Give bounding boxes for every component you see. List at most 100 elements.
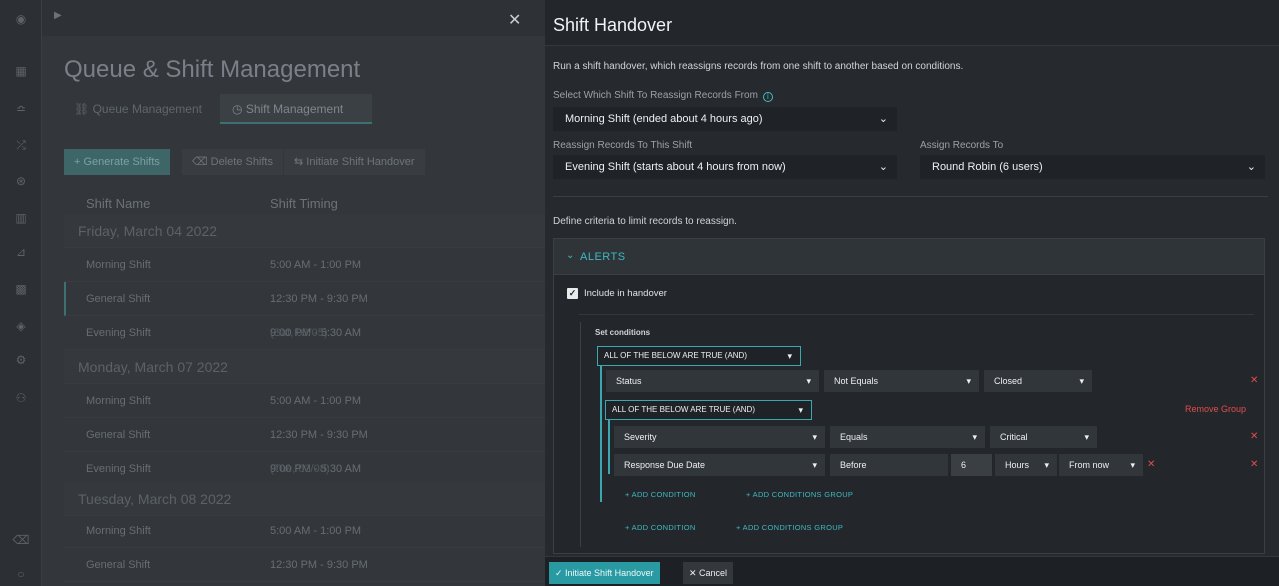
info-icon[interactable]: i	[762, 92, 773, 102]
table-row[interactable]: Morning Shift 5:00 AM - 1:00 PM	[64, 248, 545, 282]
date-group-header: Monday, March 07 2022	[64, 350, 545, 384]
top-bar: ▶	[42, 0, 545, 36]
time-reference-select[interactable]: From now ▾	[1059, 454, 1143, 476]
include-in-handover-checkbox[interactable]: ✓	[567, 288, 578, 299]
trash-icon[interactable]: ⌫	[11, 532, 31, 548]
app-logo-icon[interactable]: ◉	[11, 11, 31, 27]
chevron-down-icon: ▾	[798, 405, 803, 415]
chevron-down-icon: ▾	[1084, 432, 1089, 442]
divider	[579, 314, 1254, 315]
date-group-header: Tuesday, March 08 2022	[64, 482, 545, 516]
handover-icon: ⇆	[294, 156, 307, 168]
chart-icon[interactable]: ⊿	[11, 244, 31, 260]
shuffle-icon[interactable]: ⤮	[11, 137, 31, 153]
table-row[interactable]: Morning Shift 5:00 AM - 1:00 PM	[64, 384, 545, 418]
remove-group-link[interactable]: Remove Group	[1185, 404, 1246, 414]
condition-operator-select[interactable]: Before	[830, 454, 948, 476]
chevron-down-icon: ▾	[812, 460, 817, 470]
condition-operator-select[interactable]: Equals ▾	[830, 426, 985, 448]
duration-number-input[interactable]: 6	[951, 454, 992, 476]
shift-handover-drawer: Shift Handover Run a shift handover, whi…	[545, 0, 1279, 586]
table-row[interactable]: Evening Shift 9:00 PM - 5:30 AM (Tue, 03/…	[64, 452, 545, 486]
duration-unit-select[interactable]: Hours ▾	[995, 454, 1057, 476]
clock-icon: ◷	[232, 102, 246, 116]
divider	[553, 196, 1268, 197]
alerts-panel-title: ALERTS	[580, 251, 626, 263]
chevron-down-icon: ⌄	[878, 161, 888, 173]
chevron-down-icon: ▾	[787, 351, 792, 361]
add-conditions-group-link[interactable]: + ADD CONDITIONS GROUP	[736, 523, 843, 532]
chevron-down-icon: ▾	[1130, 460, 1135, 470]
set-conditions-label: Set conditions	[595, 328, 651, 337]
column-shift-name: Shift Name	[86, 196, 151, 211]
drawer-footer: ✓ Initiate Shift Handover ✕ Cancel	[545, 556, 1279, 586]
page-title: Queue & Shift Management	[64, 56, 361, 83]
to-shift-select[interactable]: Evening Shift (starts about 4 hours from…	[553, 155, 897, 179]
dashboard-icon[interactable]: ▦	[11, 63, 31, 79]
clear-value-icon[interactable]: ✕	[1147, 459, 1155, 470]
add-conditions-group-link[interactable]: + ADD CONDITIONS GROUP	[746, 490, 853, 499]
condition-field-select[interactable]: Status ▾	[606, 370, 819, 392]
user-icon[interactable]: ○	[11, 566, 31, 582]
cancel-button[interactable]: ✕ Cancel	[683, 562, 734, 584]
chevron-down-icon: ⌄	[878, 113, 888, 125]
chevron-down-icon: ▾	[812, 432, 817, 442]
alerts-icon[interactable]: ≏	[11, 101, 31, 117]
assign-records-label: Assign Records To	[920, 140, 1004, 151]
chevron-down-icon: ▾	[966, 376, 971, 386]
expand-icon[interactable]: ▶	[54, 10, 62, 21]
alerts-panel-header[interactable]: ⌄ ALERTS	[554, 239, 1264, 275]
condition-field-select[interactable]: Response Due Date ▾	[614, 454, 825, 476]
delete-shifts-button[interactable]: ⌫ Delete Shifts	[182, 149, 283, 175]
initiate-handover-button[interactable]: ⇆ Initiate Shift Handover	[284, 149, 425, 175]
initiate-shift-handover-button[interactable]: ✓ Initiate Shift Handover	[549, 562, 660, 584]
tab-shift-management[interactable]: ◷ Shift Management	[220, 94, 372, 124]
chevron-down-icon: ▾	[806, 376, 811, 386]
condition-value-select[interactable]: Closed ▾	[984, 370, 1092, 392]
left-rail: ◉ ▦ ≏ ⤮ ⊛ ▥ ⊿ ▩ ◈ ⚙ ⚇ ⌫ ○	[0, 0, 42, 586]
close-icon[interactable]: ✕	[508, 10, 521, 30]
table-row[interactable]: Evening Shift 9:00 PM - 5:30 AM (Sat, 03/…	[64, 316, 545, 350]
condition-operator-select[interactable]: Not Equals ▾	[824, 370, 979, 392]
grid-icon[interactable]: ▩	[11, 281, 31, 297]
drawer-header: Shift Handover	[545, 0, 1279, 46]
chevron-down-icon: ⌄	[1246, 161, 1256, 173]
table-row[interactable]: General Shift 12:30 PM - 9:30 PM	[64, 282, 545, 316]
date-group-header: Friday, March 04 2022	[64, 214, 545, 248]
remove-condition-icon[interactable]: ✕	[1250, 375, 1258, 386]
generate-shifts-button[interactable]: + Generate Shifts	[64, 149, 170, 175]
remove-condition-icon[interactable]: ✕	[1250, 431, 1258, 442]
from-shift-select[interactable]: Morning Shift (ended about 4 hours ago) ⌄	[553, 107, 897, 131]
alerts-panel: ⌄ ALERTS ✓ Include in handover Set condi…	[553, 238, 1265, 554]
building-icon[interactable]: ▥	[11, 210, 31, 226]
chevron-down-icon: ⌄	[566, 250, 575, 261]
target-icon[interactable]: ⊛	[11, 173, 31, 189]
add-condition-link[interactable]: + ADD CONDITION	[625, 490, 696, 499]
background-app: ◉ ▦ ≏ ⤮ ⊛ ▥ ⊿ ▩ ◈ ⚙ ⚇ ⌫ ○ ▶ Queue & Shif…	[0, 0, 545, 586]
subgroup-bracket	[608, 420, 610, 474]
settings-icon[interactable]: ⚙	[11, 352, 31, 368]
from-shift-label: Select Which Shift To Reassign Records F…	[553, 90, 773, 102]
users-icon[interactable]: ⚇	[11, 390, 31, 406]
remove-condition-icon[interactable]: ✕	[1250, 459, 1258, 470]
trash-icon: ⌫	[192, 156, 211, 168]
chevron-down-icon: ▾	[1044, 460, 1049, 470]
assign-records-select[interactable]: Round Robin (6 users) ⌄	[920, 155, 1265, 179]
chevron-down-icon: ▾	[972, 432, 977, 442]
tab-queue-management[interactable]: ⛓ Queue Management	[62, 94, 214, 124]
table-row[interactable]: General Shift 12:30 PM - 9:30 PM	[64, 548, 545, 582]
queue-icon: ⛓	[74, 102, 93, 116]
subgroup-logic-select[interactable]: ALL OF THE BELOW ARE TRUE (AND) ▾	[605, 400, 812, 420]
add-condition-link[interactable]: + ADD CONDITION	[625, 523, 696, 532]
drawer-title: Shift Handover	[553, 15, 673, 35]
criteria-text: Define criteria to limit records to reas…	[553, 216, 737, 227]
condition-field-select[interactable]: Severity ▾	[614, 426, 825, 448]
table-row[interactable]: General Shift 12:30 PM - 9:30 PM	[64, 418, 545, 452]
table-row[interactable]: Morning Shift 5:00 AM - 1:00 PM	[64, 514, 545, 548]
column-shift-timing: Shift Timing	[270, 196, 338, 211]
conditions-block: Set conditions ALL OF THE BELOW ARE TRUE…	[580, 322, 1260, 547]
include-in-handover-label: Include in handover	[584, 288, 667, 299]
condition-value-select[interactable]: Critical ▾	[990, 426, 1097, 448]
group-logic-select[interactable]: ALL OF THE BELOW ARE TRUE (AND) ▾	[597, 346, 801, 366]
shield-icon[interactable]: ◈	[11, 318, 31, 334]
